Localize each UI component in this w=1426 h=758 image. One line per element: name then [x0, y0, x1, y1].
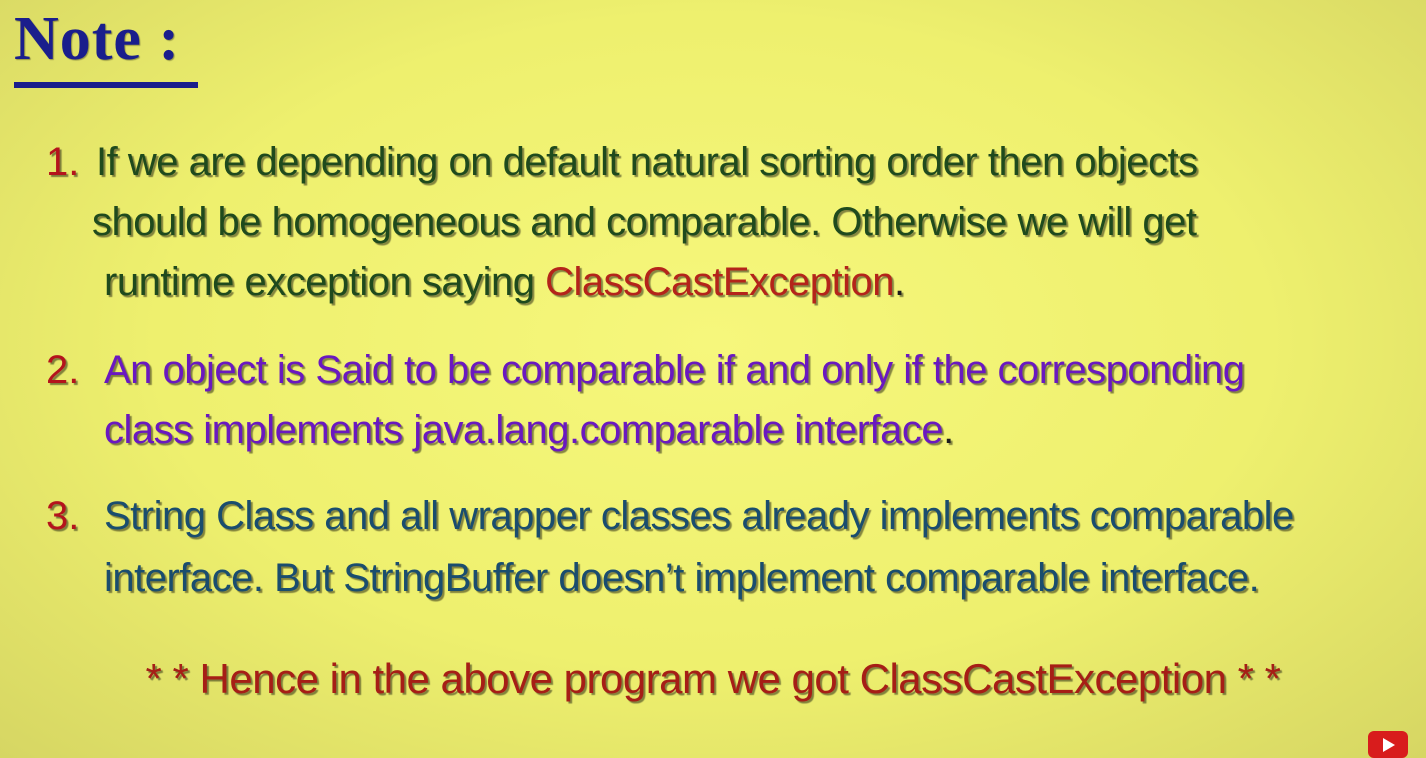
- point-3-number: 3.: [46, 494, 80, 538]
- point-3-line-2: interface. But StringBuffer doesn’t impl…: [104, 556, 1260, 600]
- youtube-play-icon[interactable]: [1368, 731, 1408, 758]
- point-2-number: 2.: [46, 348, 80, 392]
- point-1-line-3-text: runtime exception saying: [104, 260, 546, 304]
- play-triangle-icon: [1383, 738, 1395, 752]
- point-2-line-2-text: class implements java.lang.comparable in…: [104, 408, 944, 452]
- point-1-line-1: If we are depending on default natural s…: [96, 140, 1198, 184]
- point-1-line-3: runtime exception saying ClassCastExcept…: [104, 262, 905, 302]
- point-2-line-2: class implements java.lang.comparable in…: [104, 410, 954, 450]
- classcastexception-highlight: ClassCastException: [545, 260, 895, 304]
- point-1-number: 1.: [46, 140, 80, 184]
- point-3-line-1: String Class and all wrapper classes alr…: [104, 494, 1294, 538]
- point-2-period: .: [943, 408, 954, 452]
- slide: Note : 1. If we are depending on default…: [0, 0, 1426, 758]
- conclusion-footer: * * Hence in the above program we got Cl…: [145, 655, 1281, 702]
- point-1-period: .: [894, 260, 905, 304]
- point-2-line-1: An object is Said to be comparable if an…: [104, 348, 1245, 392]
- slide-title: Note :: [14, 5, 181, 73]
- title-underline: [14, 82, 198, 88]
- point-1-line-2: should be homogeneous and comparable. Ot…: [92, 200, 1197, 244]
